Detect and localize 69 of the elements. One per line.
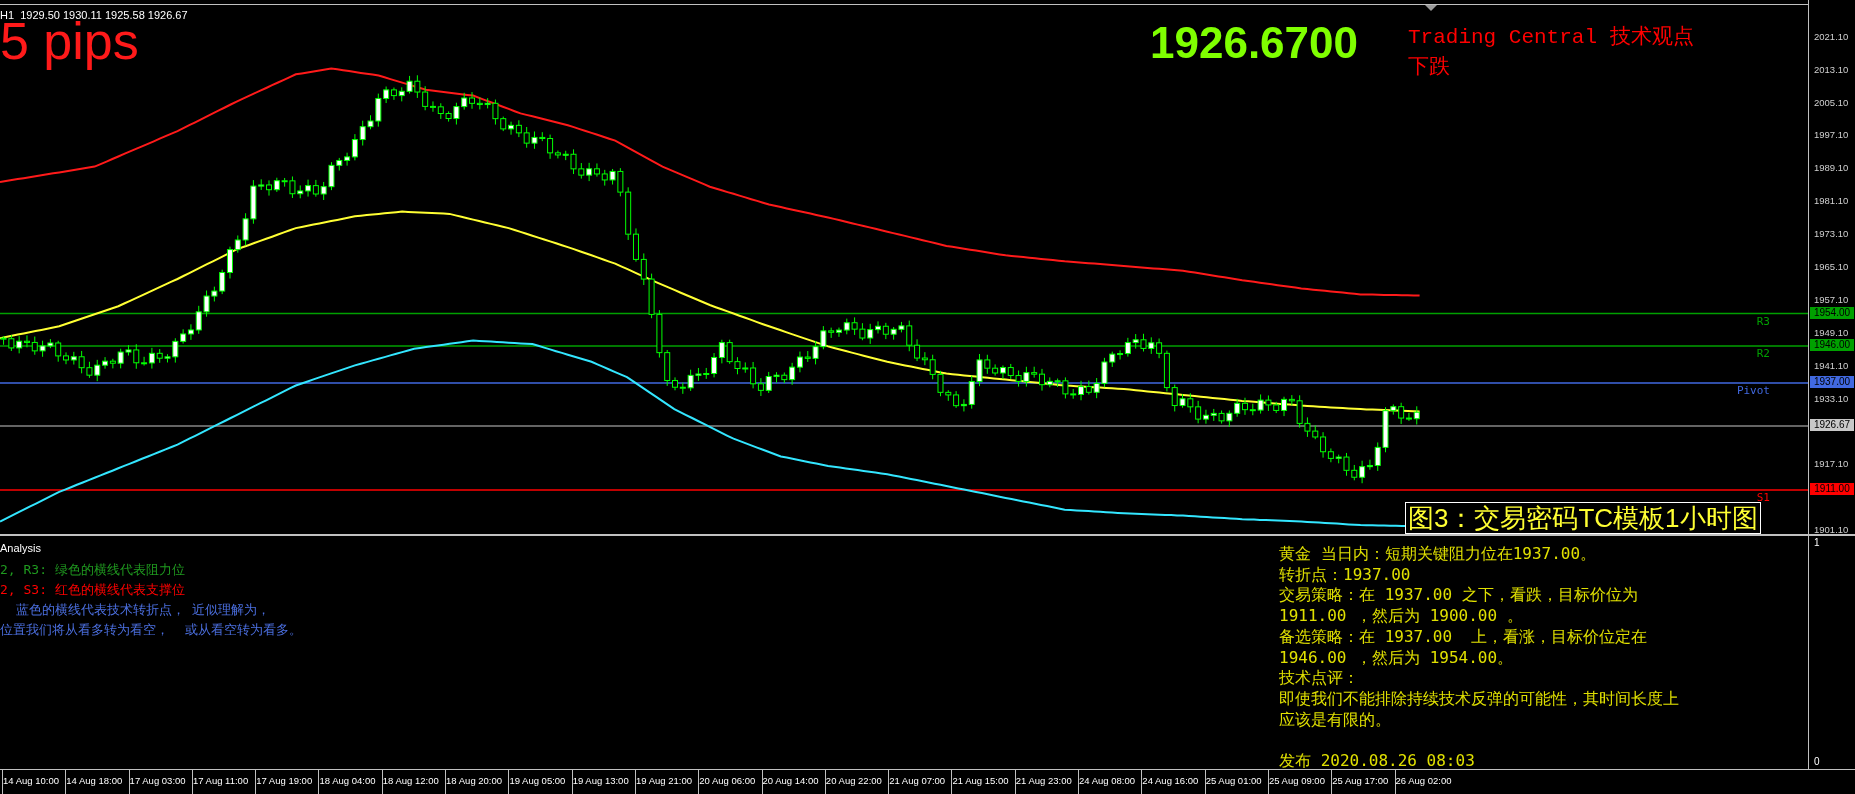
time-axis-label: 14 Aug 10:00 — [2, 770, 66, 794]
time-axis-label: 21 Aug 15:00 — [951, 770, 1015, 794]
chart-caption: 图3：交易密码TC模板1小时图 — [1405, 502, 1761, 534]
legend-line: 蓝色的横线代表技术转折点， 近似理解为， — [14, 601, 272, 619]
price-axis-label: 1901.10 — [1814, 525, 1849, 535]
time-axis-label: 17 Aug 11:00 — [191, 770, 256, 794]
price-axis-label: 1949.10 — [1814, 327, 1849, 338]
time-axis-label: 25 Aug 17:00 — [1331, 770, 1395, 794]
time-axis-label: 18 Aug 04:00 — [318, 770, 382, 794]
report-line: 备选策略：在 1937.00 上，看涨，目标价位定在 — [1279, 626, 1649, 648]
view-title: Trading Central 技术观点 — [1408, 27, 1694, 48]
time-axis-label: 25 Aug 09:00 — [1267, 770, 1332, 794]
time-axis-label: 24 Aug 16:00 — [1141, 770, 1205, 794]
time-axis-label: 14 Aug 18:00 — [65, 770, 129, 794]
time-axis-label: 17 Aug 03:00 — [128, 770, 192, 794]
legend-line: 位置我们将从看多转为看空， 或从看空转为看多。 — [0, 621, 302, 639]
report-line: 应该是有限的。 — [1279, 709, 1392, 731]
report-line: 技术点评： — [1279, 668, 1360, 689]
price-axis-label: 1997.10 — [1814, 130, 1849, 140]
report-line: 即使我们不能排除持续技术反弹的可能性，其时间长度上 — [1279, 688, 1679, 710]
price-axis-label: 1917.10 — [1814, 459, 1849, 469]
time-axis-label: 21 Aug 23:00 — [1014, 770, 1079, 794]
panel-axis-label: 0 — [1814, 757, 1821, 767]
time-axis-label: 19 Aug 05:00 — [508, 770, 572, 794]
price-axis-label: 1957.10 — [1814, 294, 1849, 305]
price-tag: 1954.00 — [1810, 306, 1854, 319]
time-axis-label: 17 Aug 19:00 — [255, 770, 319, 794]
report-line: 黄金 当日内：短期关键阻力位在1937.00。 — [1279, 544, 1598, 565]
price-axis-label: 2013.10 — [1814, 64, 1849, 75]
price-axis-label: 1989.10 — [1814, 163, 1849, 173]
current-price: 1926.6700 — [1150, 21, 1358, 65]
time-axis-label: 20 Aug 22:00 — [824, 770, 889, 794]
time-axis-label: 18 Aug 20:00 — [445, 770, 509, 794]
price-tag: 1937.00 — [1810, 376, 1854, 388]
time-axis-label: 25 Aug 01:00 — [1204, 770, 1268, 794]
report-line: 交易策略：在 1937.00 之下，看跌，目标价位为 — [1279, 585, 1639, 607]
report-line: 转折点：1937.00 — [1279, 564, 1412, 586]
panel-axis-label: 1 — [1814, 538, 1821, 548]
price-quote: H1 1929.50 1930.11 1925.58 1926.67 — [0, 8, 188, 21]
level-label: R2 — [1756, 348, 1770, 359]
view-direction: 下跌 — [1408, 55, 1450, 76]
publish-time: 发布 2020.08.26 08:03 — [1279, 751, 1476, 772]
price-tag: 1926.67 — [1810, 419, 1854, 431]
report-line: 1946.00 ，然后为 1954.00。 — [1279, 647, 1515, 669]
time-axis-label: 20 Aug 06:00 — [698, 770, 762, 794]
report-line: 1911.00 ，然后为 1900.00 。 — [1279, 606, 1524, 627]
level-label: Pivot — [1736, 385, 1770, 396]
time-axis-label: 19 Aug 13:00 — [571, 770, 635, 794]
time-axis-label: 20 Aug 14:00 — [761, 770, 825, 794]
time-axis-label: 19 Aug 21:00 — [634, 770, 699, 794]
shift-marker-icon — [1425, 5, 1437, 11]
time-axis-label: 26 Aug 02:00 — [1394, 770, 1458, 794]
price-axis-label: 2021.10 — [1814, 31, 1849, 42]
legend-line: 2, S3: 红色的横线代表支撑位 — [0, 581, 186, 599]
panel-title: Analysis — [0, 541, 41, 556]
price-axis-label: 2005.10 — [1814, 97, 1849, 107]
time-axis-label: 21 Aug 07:00 — [888, 770, 952, 794]
price-axis-label: 1933.10 — [1814, 393, 1849, 404]
price-axis-label: 1965.10 — [1814, 262, 1849, 272]
price-tag: 1911.00 — [1810, 483, 1854, 495]
price-tag: 1946.00 — [1810, 339, 1854, 351]
price-axis-label: 1981.10 — [1814, 196, 1849, 206]
level-label: S1 — [1756, 492, 1770, 503]
time-axis-label: 18 Aug 12:00 — [381, 770, 446, 794]
price-axis-label: 1941.10 — [1814, 360, 1849, 371]
legend-line: 2, R3: 绿色的横线代表阻力位 — [0, 561, 186, 579]
price-axis-label: 1973.10 — [1814, 229, 1849, 239]
time-axis-label: 24 Aug 08:00 — [1078, 770, 1142, 794]
level-label: R3 — [1756, 315, 1770, 327]
